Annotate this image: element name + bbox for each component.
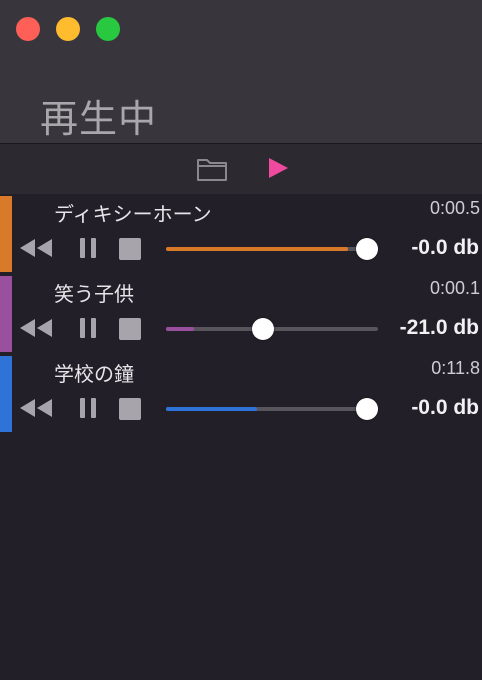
pause-icon[interactable]: [76, 237, 100, 259]
volume-slider[interactable]: [166, 317, 378, 341]
window-title: 再生中: [40, 97, 158, 141]
play-icon[interactable]: [266, 156, 290, 180]
track-row: 学校の鐘 0:11.8 -0.0 db: [0, 354, 482, 434]
volume-label: -21.0 db: [399, 316, 479, 339]
folder-icon[interactable]: [196, 156, 228, 182]
track-row: 笑う子供 0:00.1 -21.0 db: [0, 274, 482, 354]
volume-slider[interactable]: [166, 237, 378, 261]
stop-icon[interactable]: [119, 318, 141, 340]
track-row: ディキシーホーン 0:00.5 -0.0 db: [0, 194, 482, 274]
slider-thumb[interactable]: [252, 318, 274, 340]
slider-fill: [166, 407, 257, 411]
track-time: 0:11.8: [431, 358, 480, 378]
track-color-stripe: [0, 356, 12, 432]
track-time: 0:00.1: [429, 278, 480, 298]
track-name: 笑う子供: [54, 282, 134, 306]
stop-icon[interactable]: [119, 238, 141, 260]
track-time: 0:00.5: [429, 198, 480, 218]
pause-icon[interactable]: [76, 397, 100, 419]
rewind-icon[interactable]: [18, 317, 54, 339]
title-bar: 再生中: [0, 0, 482, 144]
track-name: 学校の鐘: [54, 362, 134, 386]
toolbar: [0, 144, 482, 194]
slider-thumb[interactable]: [356, 398, 378, 420]
stop-icon[interactable]: [119, 398, 141, 420]
close-window-button[interactable]: [16, 17, 40, 41]
slider-thumb[interactable]: [356, 238, 378, 260]
rewind-icon[interactable]: [18, 237, 54, 259]
track-color-stripe: [0, 196, 12, 272]
volume-label: -0.0 db: [411, 236, 479, 259]
minimize-window-button[interactable]: [56, 17, 80, 41]
slider-fill: [166, 327, 194, 331]
pause-icon[interactable]: [76, 317, 100, 339]
slider-fill: [166, 247, 348, 251]
volume-slider[interactable]: [166, 397, 378, 421]
volume-label: -0.0 db: [411, 396, 479, 419]
track-color-stripe: [0, 276, 12, 352]
rewind-icon[interactable]: [18, 397, 54, 419]
zoom-window-button[interactable]: [96, 17, 120, 41]
track-name: ディキシーホーン: [54, 202, 212, 226]
